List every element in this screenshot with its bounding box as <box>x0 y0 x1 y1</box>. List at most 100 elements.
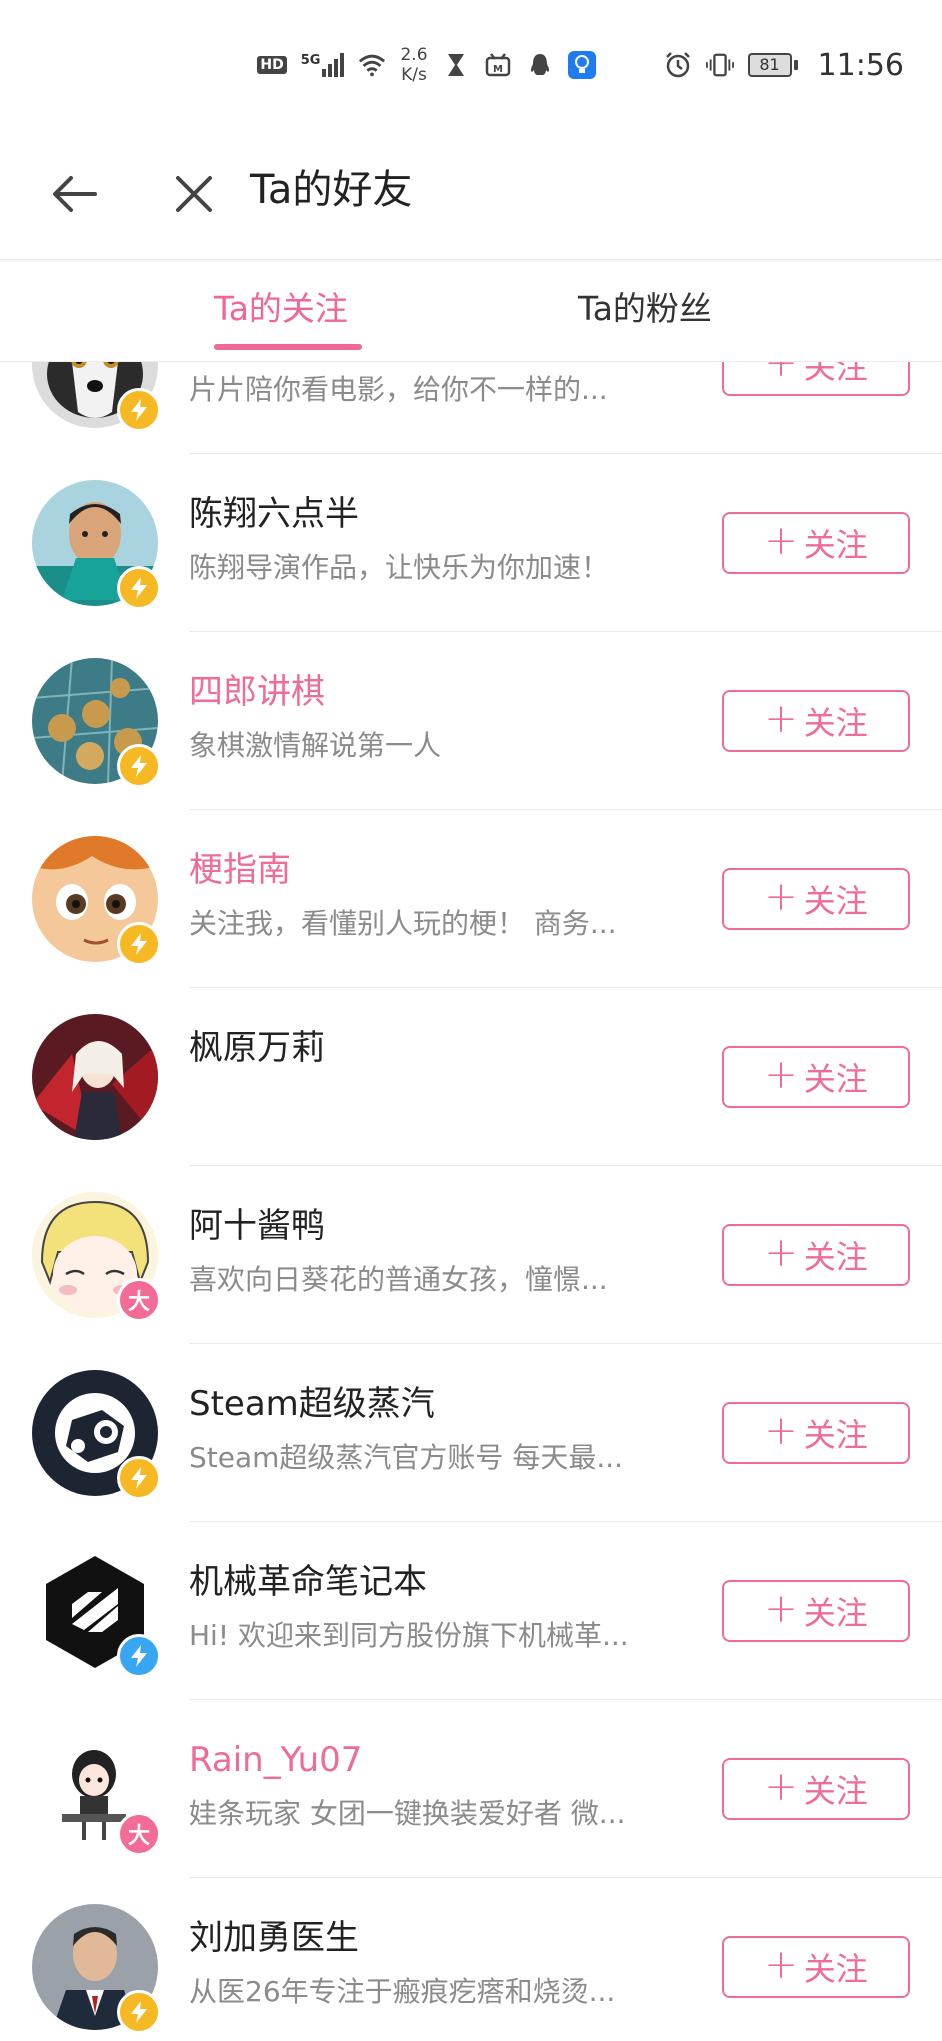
tab-fans[interactable]: Ta的粉丝 <box>578 284 712 334</box>
lightning-badge-icon <box>117 1456 161 1500</box>
speed-value: 2.6 <box>400 45 428 65</box>
follow-label: 关注 <box>803 704 868 742</box>
user-list[interactable]: 小片片说大片 片片陪你看电影，给你不一样的... + 关注 陈翔六点半 陈翔导演… <box>0 362 942 2041</box>
vip-badge-icon: 大 <box>117 1812 161 1856</box>
tab-following[interactable]: Ta的关注 <box>214 284 348 334</box>
lightning-badge-icon <box>117 388 161 432</box>
list-item[interactable]: 梗指南 关注我，看懂别人玩的梗！ 商务... + 关注 <box>0 810 942 988</box>
plus-icon: + <box>764 696 798 742</box>
follow-button[interactable]: + 关注 <box>722 362 910 396</box>
user-description: 片片陪你看电影，给你不一样的... <box>189 373 608 406</box>
arrow-left-icon <box>53 176 97 212</box>
plus-icon: + <box>764 518 798 564</box>
follow-label: 关注 <box>803 1950 868 1988</box>
follow-button[interactable]: + 关注 <box>722 690 910 752</box>
user-name[interactable]: 枫原万莉 <box>189 1024 325 1072</box>
list-item[interactable]: 大 Rain_Yu07 娃条玩家 女团一键换装爱好者 微... + 关注 <box>0 1700 942 1878</box>
user-name[interactable]: 梗指南 <box>189 846 291 894</box>
bulb-icon <box>567 51 596 79</box>
alarm-icon <box>664 51 692 79</box>
follow-button[interactable]: + 关注 <box>722 868 910 930</box>
network-type: 5G <box>300 53 321 68</box>
plus-icon: + <box>764 1942 798 1988</box>
list-item[interactable]: 四郎讲棋 象棋激情解说第一人 + 关注 <box>0 632 942 810</box>
user-name[interactable]: 刘加勇医生 <box>189 1914 359 1962</box>
avatar[interactable] <box>32 1014 158 1140</box>
list-item[interactable]: Steam超级蒸汽 Steam超级蒸汽官方账号 每天最... + 关注 <box>0 1344 942 1522</box>
close-icon <box>176 176 212 212</box>
follow-button[interactable]: + 关注 <box>722 1402 910 1464</box>
battery-level: 81 <box>747 53 792 77</box>
user-name[interactable]: 阿十酱鸭 <box>189 1202 325 1250</box>
follow-label: 关注 <box>803 1772 868 1810</box>
user-description: 从医26年专注于瘢痕疙瘩和烧烫... <box>189 1975 616 2008</box>
follow-button[interactable]: + 关注 <box>722 1046 910 1108</box>
lightning-badge-icon <box>117 566 161 610</box>
follow-button[interactable]: + 关注 <box>722 512 910 574</box>
network-speed: 2.6 K/s <box>400 45 427 85</box>
list-item[interactable]: 小片片说大片 片片陪你看电影，给你不一样的... + 关注 <box>0 362 942 454</box>
follow-button[interactable]: + 关注 <box>722 1758 910 1820</box>
list-item[interactable]: 枫原万莉 + 关注 <box>0 988 942 1166</box>
user-name[interactable]: 机械革命笔记本 <box>189 1558 427 1606</box>
back-button[interactable] <box>46 166 102 222</box>
hourglass-icon <box>442 51 470 79</box>
plus-icon: + <box>764 1408 798 1454</box>
vip-badge-icon: 大 <box>117 1278 161 1322</box>
hd-indicator: HD <box>257 56 287 74</box>
follow-button[interactable]: + 关注 <box>722 1224 910 1286</box>
list-item[interactable]: 刘加勇医生 从医26年专注于瘢痕疙瘩和烧烫... + 关注 <box>0 1878 942 2041</box>
follow-label: 关注 <box>803 526 868 564</box>
follow-label: 关注 <box>803 1238 868 1276</box>
lightning-badge-icon <box>117 1990 161 2034</box>
app-screen: HD 5G 2.6 K/s M 81 11:56 Ta的好友 Ta的关注 Ta的… <box>0 0 942 2041</box>
mail-app-icon: M <box>484 51 512 79</box>
user-list-content: 小片片说大片 片片陪你看电影，给你不一样的... + 关注 陈翔六点半 陈翔导演… <box>0 362 942 2041</box>
user-name[interactable]: Rain_Yu07 <box>189 1736 362 1784</box>
status-bar: HD 5G 2.6 K/s M 81 11:56 <box>0 0 942 130</box>
list-item[interactable]: 大 阿十酱鸭 喜欢向日葵花的普通女孩，憧憬... + 关注 <box>0 1166 942 1344</box>
lightning-badge-icon <box>117 922 161 966</box>
user-description: 陈翔导演作品，让快乐为你加速！ <box>189 551 610 584</box>
vibrate-icon <box>705 51 734 79</box>
plus-icon: + <box>764 874 798 920</box>
user-name[interactable]: 四郎讲棋 <box>189 668 325 716</box>
user-description: Hi! 欢迎来到同方股份旗下机械革... <box>189 1619 629 1652</box>
signal-icon: 5G <box>301 53 345 77</box>
user-description: 喜欢向日葵花的普通女孩，憧憬... <box>189 1263 608 1296</box>
list-item[interactable]: 陈翔六点半 陈翔导演作品，让快乐为你加速！ + 关注 <box>0 454 942 632</box>
user-description: 关注我，看懂别人玩的梗！ 商务... <box>189 907 617 940</box>
user-name[interactable]: Steam超级蒸汽 <box>189 1380 435 1428</box>
user-description: 娃条玩家 女团一键换装爱好者 微... <box>189 1797 626 1830</box>
top-bar: Ta的好友 <box>0 130 942 260</box>
plus-icon: + <box>764 1230 798 1276</box>
active-tab-indicator <box>214 344 362 350</box>
plus-icon: + <box>764 1586 798 1632</box>
plus-icon: + <box>764 1052 798 1098</box>
user-description: 象棋激情解说第一人 <box>189 729 442 762</box>
plus-icon: + <box>764 1764 798 1810</box>
wifi-icon <box>358 51 386 79</box>
list-item[interactable]: 机械革命笔记本 Hi! 欢迎来到同方股份旗下机械革... + 关注 <box>0 1522 942 1700</box>
plus-icon: + <box>764 362 798 386</box>
lightning-badge-icon <box>117 744 161 788</box>
follow-label: 关注 <box>803 1416 868 1454</box>
clock: 11:56 <box>817 47 904 83</box>
lightning-badge-icon <box>117 1634 161 1678</box>
close-button[interactable] <box>166 166 222 222</box>
follow-label: 关注 <box>803 882 868 920</box>
follow-label: 关注 <box>803 1594 868 1632</box>
follow-button[interactable]: + 关注 <box>722 1936 910 1998</box>
svg-text:M: M <box>493 64 503 75</box>
user-name[interactable]: 陈翔六点半 <box>189 490 359 538</box>
follow-label: 关注 <box>803 362 868 386</box>
status-icons: HD 5G 2.6 K/s M 81 11:56 <box>257 45 904 85</box>
qq-icon <box>526 51 554 79</box>
page-title: Ta的好友 <box>250 167 413 213</box>
battery-indicator: 81 <box>747 53 798 77</box>
tab-bar: Ta的关注 Ta的粉丝 <box>0 262 942 362</box>
follow-button[interactable]: + 关注 <box>722 1580 910 1642</box>
user-description: Steam超级蒸汽官方账号 每天最... <box>189 1441 624 1474</box>
follow-label: 关注 <box>803 1060 868 1098</box>
speed-unit: K/s <box>401 65 427 85</box>
